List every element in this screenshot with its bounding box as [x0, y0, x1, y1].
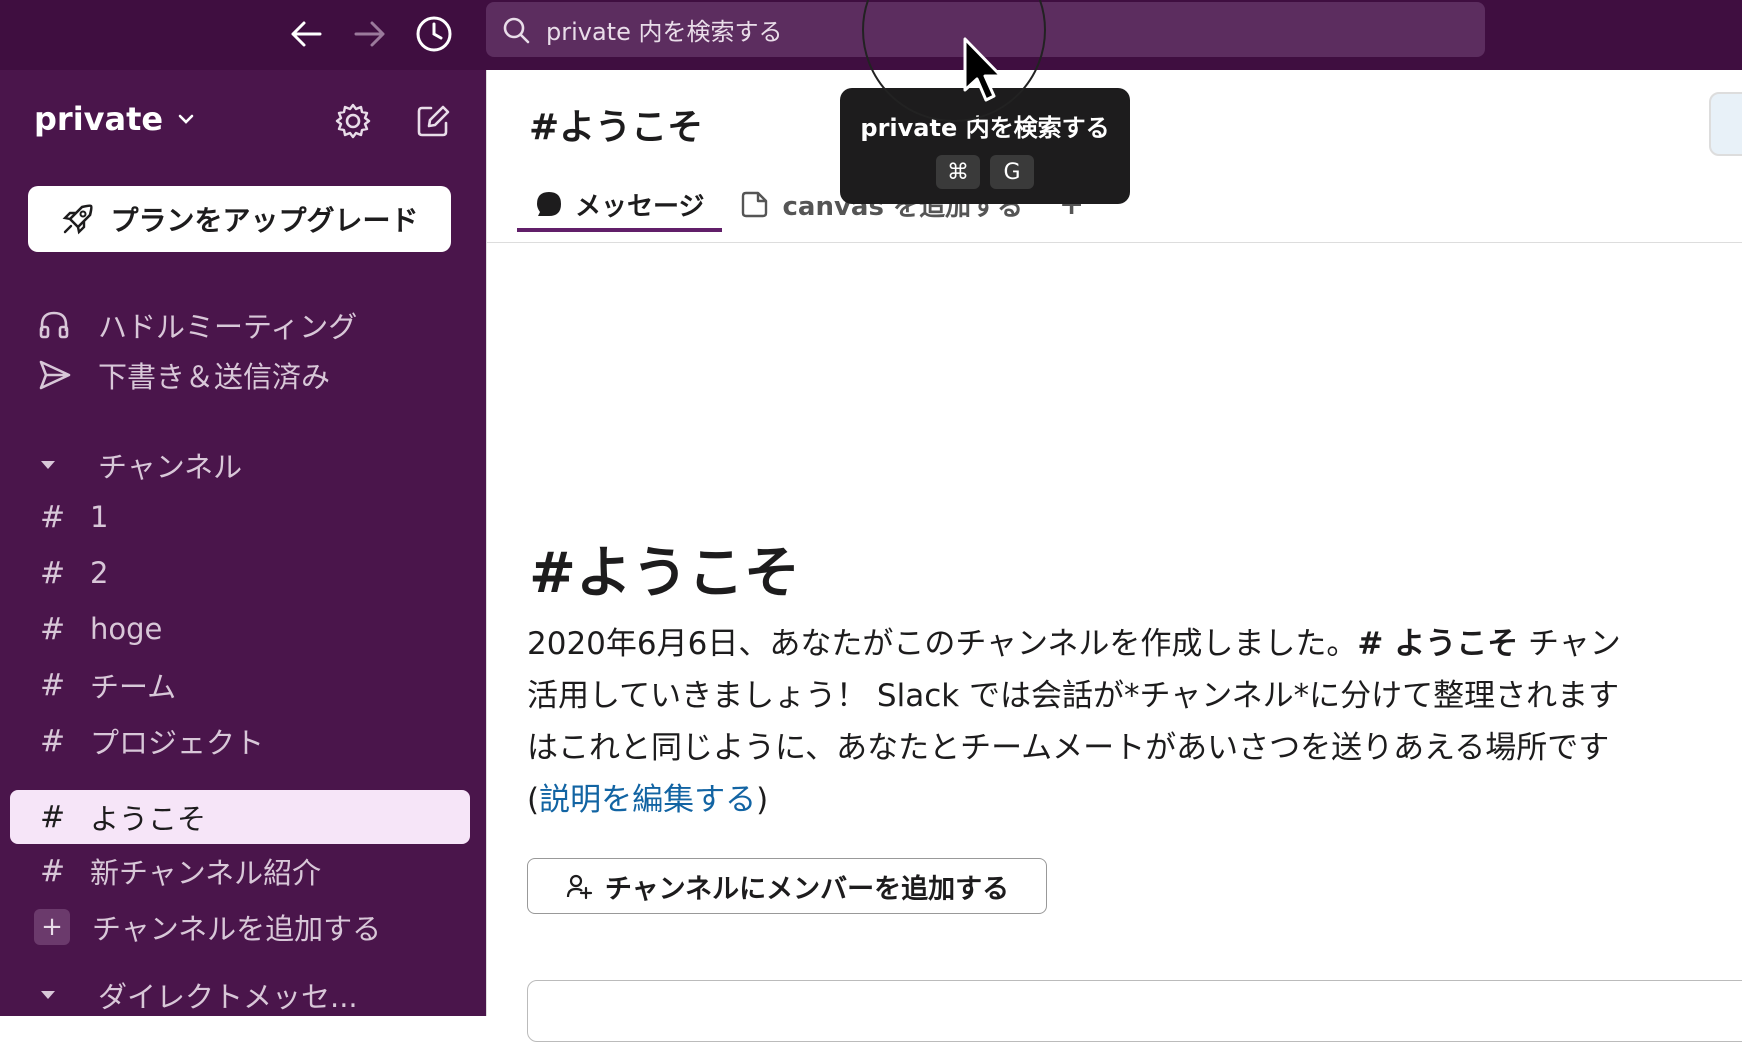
intro-line-2: 活用していきましょう！ Slack では会話が*チャンネル*に分けて整理されます	[527, 678, 1620, 714]
workspace-switcher[interactable]: private	[34, 100, 195, 138]
add-members-label: チャンネルにメンバーを追加する	[604, 873, 1010, 905]
dm-section-header[interactable]: ダイレクトメッセ...	[10, 968, 470, 1016]
sidebar: private プランをアップグレード ハドルミーティング 下書き＆送信済み チ…	[0, 70, 486, 1016]
settings-button[interactable]	[330, 98, 376, 144]
add-person-icon	[566, 874, 592, 900]
caret-down-icon	[38, 988, 98, 1002]
channel-name: hoge	[90, 612, 163, 646]
hash-icon: #	[40, 853, 66, 889]
add-channel-button[interactable]: + チャンネルを追加する	[10, 900, 470, 954]
add-channel-label: チャンネルを追加する	[92, 912, 382, 946]
hash-icon: #	[40, 499, 66, 535]
intro-line-3: はこれと同じように、あなたとチームメートがあいさつを送りあえる場所です	[527, 730, 1610, 766]
paren-open: (	[527, 782, 540, 818]
intro-channel-name: # ようこそ	[1357, 626, 1519, 662]
channel-name: プロジェクト	[90, 726, 265, 760]
intro-line-1b: チャン	[1518, 626, 1621, 662]
chevron-down-icon	[177, 113, 195, 125]
rocket-icon	[63, 204, 94, 235]
workspace-name: private	[34, 100, 164, 138]
sidebar-channel-hoge[interactable]: # hoge	[10, 602, 470, 656]
clock-icon	[416, 16, 452, 52]
hash-icon: #	[40, 799, 66, 835]
sidebar-channel-1[interactable]: # 1	[10, 490, 470, 544]
hash-icon: #	[40, 723, 66, 759]
hash-icon: #	[40, 667, 66, 703]
compose-button[interactable]	[410, 98, 456, 144]
sidebar-channel-project[interactable]: # プロジェクト	[10, 714, 470, 768]
arrow-left-icon	[291, 21, 322, 47]
sidebar-channel-2[interactable]: # 2	[10, 546, 470, 600]
channel-name: チーム	[90, 670, 177, 704]
dm-header-label: ダイレクトメッセ...	[98, 980, 358, 1014]
gear-icon	[335, 103, 371, 139]
edit-description-link[interactable]: 説明を編集する	[539, 782, 756, 818]
sidebar-channel-team[interactable]: # チーム	[10, 658, 470, 712]
channel-name: ようこそ	[90, 802, 207, 836]
canvas-icon	[742, 191, 768, 218]
channel-view: #ようこそ メッセージ canvas を追加する + #ようこそ 2020年6月…	[486, 70, 1742, 1042]
intro-title: #ようこそ	[529, 541, 800, 606]
channel-name: 2	[90, 556, 109, 590]
hash-icon: #	[40, 611, 66, 647]
channel-intro-text: 2020年6月6日、あなたがこのチャンネルを作成しました。# ようこそ チャン …	[527, 618, 1742, 826]
tab-label: メッセージ	[575, 191, 705, 222]
hash-icon: #	[40, 555, 66, 591]
message-composer[interactable]	[527, 980, 1742, 1042]
paren-close: )	[756, 782, 769, 818]
back-button[interactable]	[284, 12, 328, 56]
channel-name: 新チャンネル紹介	[90, 856, 322, 890]
command-key: ⌘	[936, 155, 980, 189]
tabs-divider	[487, 242, 1742, 243]
shortcut-keys: ⌘ G	[840, 155, 1130, 189]
plus-icon: +	[34, 909, 70, 945]
caret-down-icon	[38, 458, 98, 472]
sidebar-channel-new-intro[interactable]: # 新チャンネル紹介	[10, 844, 470, 898]
history-button[interactable]	[412, 12, 456, 56]
sidebar-item-label: 下書き＆送信済み	[98, 360, 331, 394]
channel-name: 1	[90, 500, 109, 534]
search-icon	[502, 16, 530, 44]
sidebar-channel-welcome[interactable]: # ようこそ	[10, 790, 470, 844]
channels-header-label: チャンネル	[98, 450, 243, 484]
g-key: G	[990, 155, 1034, 189]
arrow-right-icon	[354, 21, 385, 47]
intro-line-1a: 2020年6月6日、あなたがこのチャンネルを作成しました。	[527, 626, 1358, 662]
sidebar-item-drafts[interactable]: 下書き＆送信済み	[10, 348, 470, 402]
forward-button[interactable]	[348, 12, 392, 56]
message-bubble-icon	[537, 192, 561, 216]
tab-messages[interactable]: メッセージ	[517, 180, 723, 232]
headphones-icon	[38, 309, 98, 341]
upgrade-plan-button[interactable]: プランをアップグレード	[28, 186, 451, 252]
sidebar-item-huddles[interactable]: ハドルミーティング	[10, 298, 470, 352]
upgrade-plan-label: プランをアップグレード	[110, 204, 419, 237]
compose-icon	[417, 105, 450, 137]
channels-section-header[interactable]: チャンネル	[10, 438, 470, 492]
add-members-button[interactable]: チャンネルにメンバーを追加する	[527, 858, 1047, 914]
send-icon	[38, 359, 98, 391]
member-avatar[interactable]	[1709, 92, 1742, 156]
search-placeholder: private 内を検索する	[546, 18, 783, 46]
channel-header-title[interactable]: #ようこそ	[529, 98, 703, 150]
sidebar-item-label: ハドルミーティング	[98, 310, 358, 344]
mouse-pointer-icon	[962, 36, 1006, 106]
